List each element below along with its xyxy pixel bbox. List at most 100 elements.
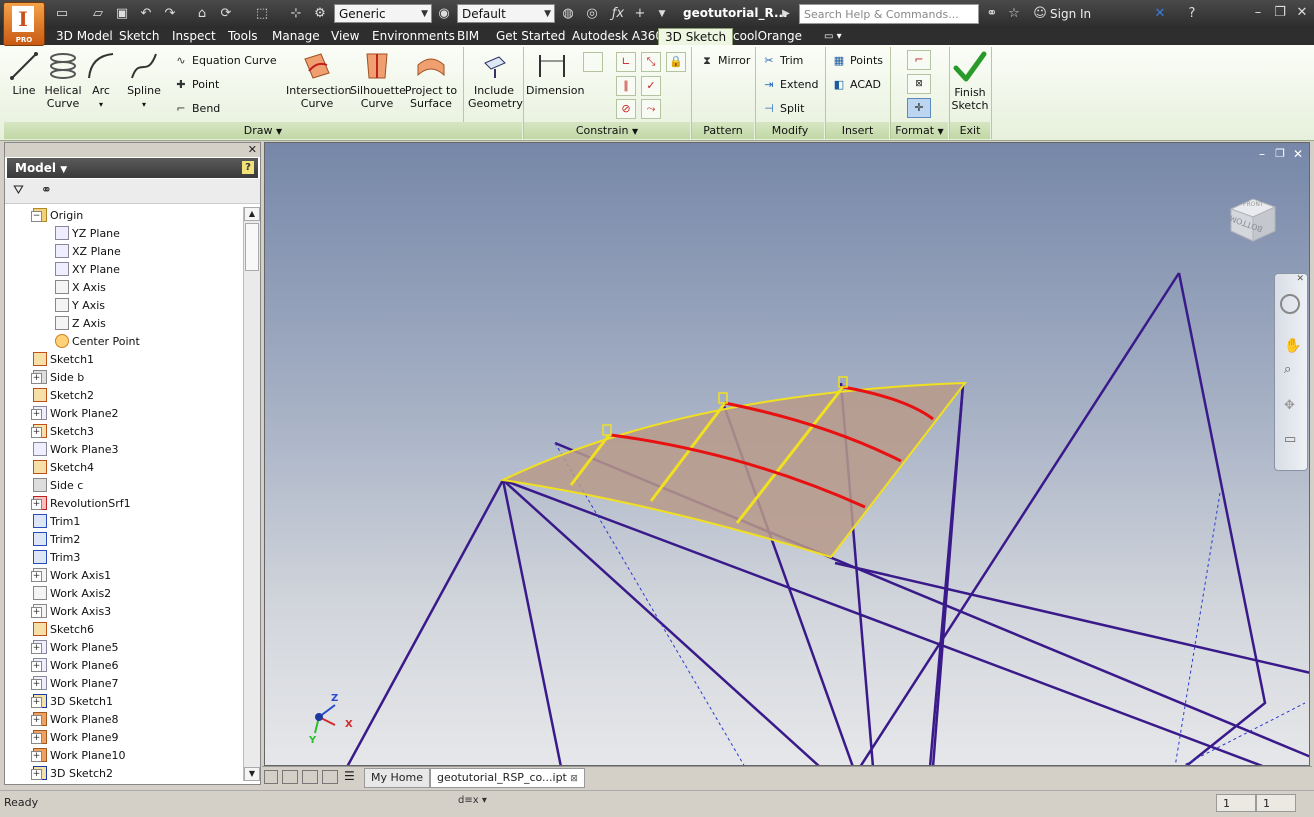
scroll-up-icon[interactable]: ▲ [244, 207, 260, 221]
expand-icon[interactable]: + [31, 427, 42, 438]
ruled-surface[interactable] [499, 381, 968, 559]
tree-item[interactable]: + Work Plane9 [31, 729, 119, 747]
tree-item[interactable]: +3D Sketch1 [31, 693, 113, 711]
bend-button[interactable]: ⌐ Bend [174, 101, 220, 117]
undo-icon[interactable]: ↶ [138, 6, 154, 22]
point-button[interactable]: ✚ Point [174, 77, 219, 93]
new-icon[interactable]: ▭ [54, 6, 70, 22]
tree-item[interactable]: + Work Axis1 [31, 567, 111, 585]
center-point-icon[interactable]: ⊠ [907, 74, 931, 94]
function-icon[interactable]: ƒx [610, 6, 626, 22]
extend-button[interactable]: ⇥ Extend [762, 77, 818, 93]
tab-get-started[interactable]: Get Started [490, 28, 572, 45]
tile-horizontal-icon[interactable] [302, 770, 318, 784]
split-button[interactable]: ⊣ Split [762, 101, 804, 117]
expand-icon[interactable]: + [31, 571, 42, 582]
tree-item[interactable]: +3D Sketch2 [31, 765, 113, 783]
search-input[interactable]: Search Help & Commands... [799, 4, 979, 24]
color-wheel-icon[interactable]: ◉ [436, 6, 452, 22]
restore-icon[interactable]: ❐ [1268, 3, 1292, 23]
fix-constraint-icon[interactable]: 🔒 [666, 52, 686, 72]
tree-item[interactable]: + Work Axis3 [31, 603, 111, 621]
minimize-icon[interactable]: – [1246, 3, 1270, 23]
viewcube[interactable]: FRONT BOTTOM [1223, 195, 1279, 245]
tree-item[interactable]: Trim3 [33, 549, 80, 567]
save-icon[interactable]: ▣ [114, 6, 130, 22]
update-icon[interactable]: ⟳ [218, 6, 234, 22]
grid-snap-icon[interactable]: ✛ [907, 98, 931, 118]
tree-item[interactable]: + Work Plane10 [31, 747, 126, 765]
tree-item[interactable]: XY Plane [55, 261, 120, 279]
tree-item[interactable]: + Sketch3 [31, 423, 94, 441]
user-icon[interactable]: ☺ [1032, 6, 1048, 22]
expand-icon[interactable]: + [31, 715, 42, 726]
tab-tools[interactable]: Tools [222, 28, 264, 45]
format-panel-label[interactable]: Format ▼ [891, 122, 948, 139]
tree-item[interactable]: Y Axis [55, 297, 105, 315]
tree-item[interactable]: Sketch2 [33, 387, 94, 405]
tab-manage[interactable]: Manage [266, 28, 326, 45]
constrain-panel-label[interactable]: Constrain ▼ [524, 122, 690, 139]
tree-item[interactable]: Sketch6 [33, 621, 94, 639]
expand-icon[interactable]: + [31, 697, 42, 708]
parallel-constraint-icon[interactable]: ∥ [616, 76, 636, 96]
tree-item[interactable]: − Origin [31, 207, 83, 225]
tab-inspect[interactable]: Inspect [166, 28, 222, 45]
sketch-canvas[interactable] [265, 143, 1310, 766]
dimension-button[interactable]: Dimension [526, 51, 584, 97]
expand-icon[interactable]: + [31, 733, 42, 744]
tab-document[interactable]: geotutorial_RSP_co...ipt ⊠ [430, 768, 585, 788]
tab-overflow-icon[interactable]: ▭ ▾ [818, 28, 848, 45]
tile-icon[interactable] [282, 770, 298, 784]
appearance-combo[interactable]: Default ▼ [457, 4, 555, 23]
help-icon[interactable]: ? [1184, 6, 1200, 22]
tab-bim[interactable]: BIM [451, 28, 485, 45]
finish-sketch-button[interactable]: Finish Sketch [950, 51, 990, 112]
home-icon[interactable]: ⌂ [194, 6, 210, 22]
coincident-constraint-icon[interactable]: ∟ [616, 52, 636, 72]
scroll-thumb[interactable] [245, 223, 259, 271]
expand-icon[interactable]: + [31, 661, 42, 672]
line-button[interactable]: Line [8, 51, 40, 97]
sign-in-link[interactable]: Sign In [1050, 7, 1091, 21]
expand-icon[interactable]: + [31, 643, 42, 654]
tree-item[interactable]: X Axis [55, 279, 106, 297]
browser-title[interactable]: Model ▼ ? [7, 158, 258, 178]
tree-item[interactable]: + Work Plane5 [31, 639, 119, 657]
show-constraints-icon[interactable] [583, 52, 603, 72]
acad-button[interactable]: ◧ ACAD [832, 77, 881, 93]
star-icon[interactable]: ☆ [1006, 6, 1022, 22]
tree-item[interactable]: YZ Plane [55, 225, 120, 243]
steering-wheel-icon[interactable] [1280, 294, 1300, 314]
include-geometry-button[interactable]: Include Geometry [468, 51, 523, 110]
redo-icon[interactable]: ↷ [162, 6, 178, 22]
draw-panel-label[interactable]: Draw ▼ [4, 122, 522, 139]
close-icon[interactable]: ✕ [1290, 3, 1314, 23]
expand-icon[interactable]: + [31, 679, 42, 690]
measure-icon[interactable]: ⊹ [288, 6, 304, 22]
tree-item[interactable]: + Work Plane2 [31, 405, 119, 423]
tab-autodesk-a360[interactable]: Autodesk A360 [566, 28, 669, 45]
filter-icon[interactable]: ⛛ [13, 183, 24, 198]
title-expand-icon[interactable]: ▶ [778, 6, 794, 22]
help-icon[interactable]: ? [242, 161, 254, 174]
collapse-icon[interactable]: − [31, 211, 42, 222]
tree-item[interactable]: Work Axis2 [33, 585, 111, 603]
trim-button[interactable]: ✂ Trim [762, 53, 803, 69]
tree-item[interactable]: Work Plane3 [33, 441, 119, 459]
scroll-down-icon[interactable]: ▼ [244, 767, 260, 781]
expand-icon[interactable]: + [31, 607, 42, 618]
browser-scrollbar[interactable]: ▲ ▼ [243, 207, 260, 781]
tree-item[interactable]: + Work Plane7 [31, 675, 119, 693]
expand-icon[interactable]: + [31, 409, 42, 420]
tree-item[interactable]: Sketch1 [33, 351, 94, 369]
tree-item[interactable]: + Work Plane6 [31, 657, 119, 675]
app-menu-button[interactable]: I PRO [3, 2, 45, 46]
tree-item[interactable]: Center Point [55, 333, 140, 351]
orbit-icon[interactable]: ✥ [1284, 398, 1295, 413]
navbar-close-icon[interactable]: ✕ [1296, 274, 1304, 284]
silhouette-curve-button[interactable]: Silhouette Curve [350, 51, 406, 110]
expand-icon[interactable]: + [31, 499, 42, 510]
cascade-icon[interactable] [264, 770, 278, 784]
material-combo[interactable]: Generic ▼ [334, 4, 432, 23]
